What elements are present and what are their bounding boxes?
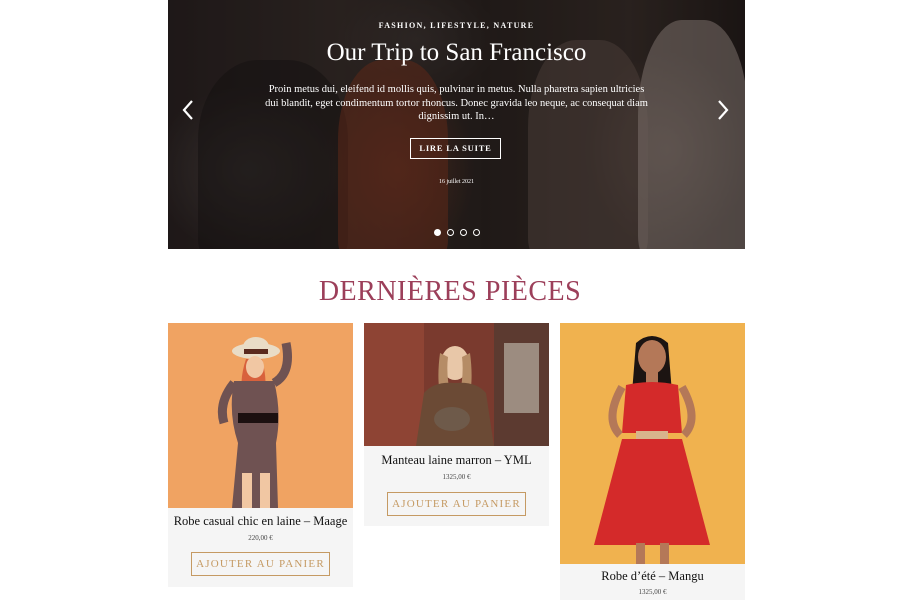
slider-pagination — [168, 229, 745, 236]
add-to-cart-button[interactable]: AJOUTER AU PANIER — [387, 492, 526, 516]
product-image[interactable] — [364, 323, 549, 446]
product-name[interactable]: Robe casual chic en laine – Maage — [168, 514, 353, 529]
slider-dot-4[interactable] — [472, 229, 480, 236]
chevron-right-icon[interactable] — [715, 98, 731, 122]
post-categories[interactable]: FASHION, LIFESTYLE, NATURE — [168, 21, 745, 30]
product-photo — [364, 323, 549, 446]
post-excerpt: Proin metus dui, eleifend id mollis quis… — [265, 84, 648, 122]
post-date: 16 juillet 2021 — [439, 179, 474, 185]
product-price: 1325,00 € — [442, 473, 471, 481]
slider-dot-1[interactable] — [433, 229, 441, 236]
product-image[interactable] — [168, 323, 353, 508]
product-image[interactable] — [560, 323, 745, 564]
product-card: Manteau laine marron – YML 1325,00 € AJO… — [364, 323, 549, 526]
slider-dot-3[interactable] — [459, 229, 467, 236]
section-title: DERNIÈRES PIÈCES — [318, 276, 582, 307]
add-to-cart-button[interactable]: AJOUTER AU PANIER — [191, 552, 330, 576]
read-more-button[interactable]: LIRE LA SUITE — [410, 138, 501, 159]
hero-slider[interactable]: FASHION, LIFESTYLE, NATURE Our Trip to S… — [168, 0, 745, 249]
post-title[interactable]: Our Trip to San Francisco — [168, 39, 745, 67]
chevron-left-icon[interactable] — [180, 98, 196, 122]
slider-dot-2[interactable] — [446, 229, 454, 236]
product-name[interactable]: Manteau laine marron – YML — [364, 453, 549, 468]
product-name[interactable]: Robe d’été – Mangu — [560, 569, 745, 584]
hero-overlay — [168, 0, 745, 249]
product-card: Robe casual chic en laine – Maage 220,00… — [168, 323, 353, 587]
product-price: 1325,00 € — [638, 588, 667, 596]
product-price: 220,00 € — [248, 534, 273, 542]
product-card: Robe d’été – Mangu 1325,00 € — [560, 323, 745, 600]
product-photo — [594, 336, 710, 564]
product-photo — [217, 337, 292, 508]
